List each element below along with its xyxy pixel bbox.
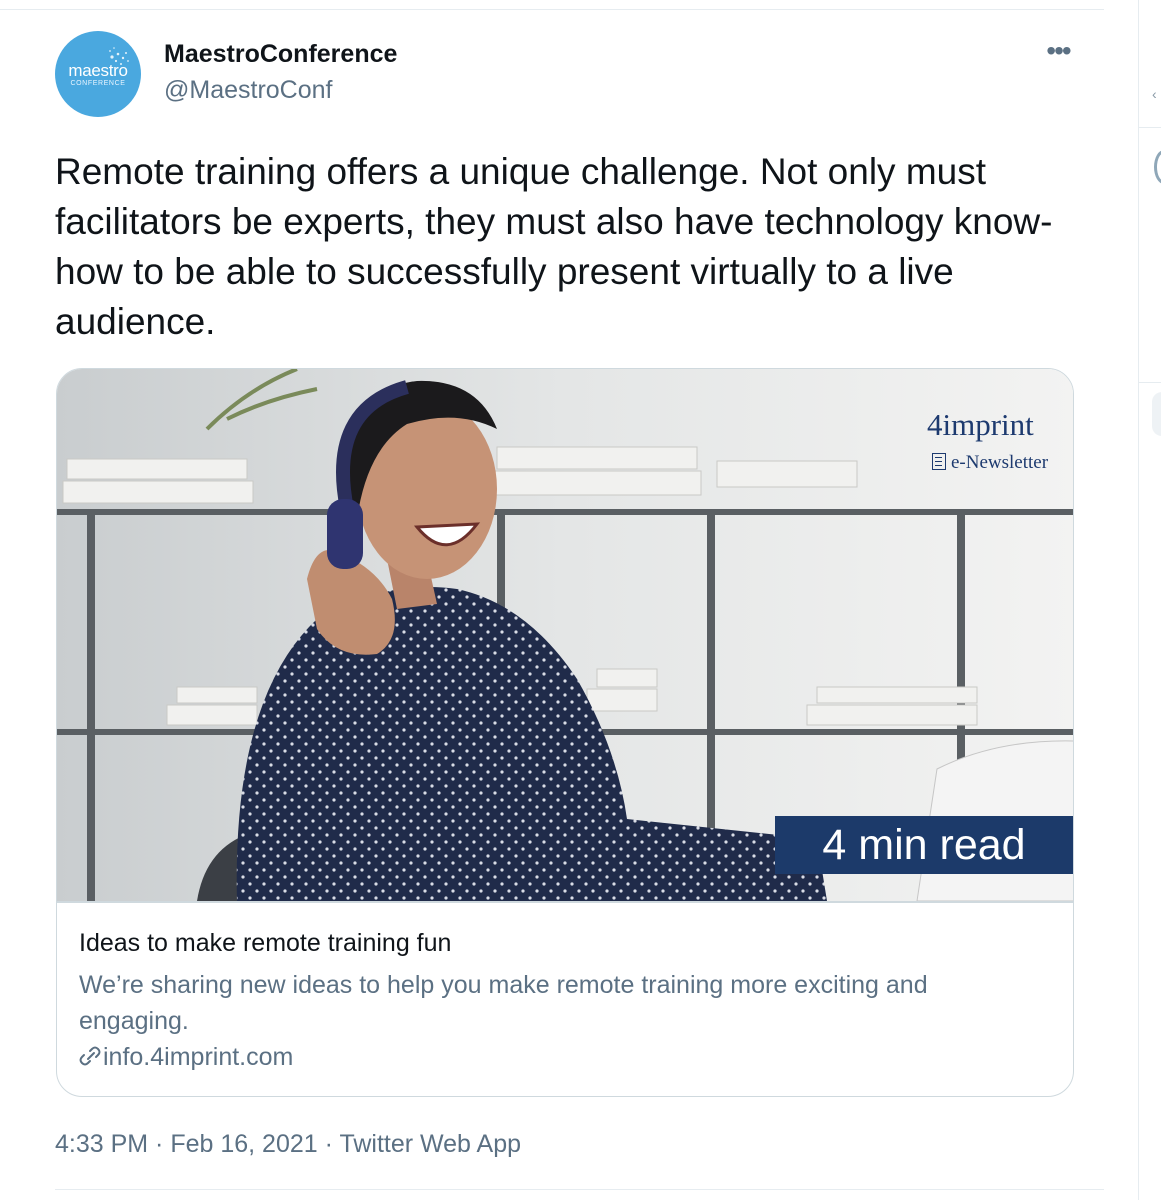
brand-subtitle-text: e-Newsletter [951, 452, 1049, 473]
tweet-source[interactable]: Twitter Web App [339, 1130, 521, 1158]
meta-separator: · [317, 1130, 340, 1158]
card-divider [57, 901, 1073, 903]
bottom-divider [55, 1189, 1104, 1190]
link-icon [79, 1046, 101, 1066]
tweet-detail-page: ‹ maestro CONFERENCE MaestroConference @… [0, 0, 1161, 1200]
brand-subtitle: e-Newsletter [932, 452, 1048, 474]
card-image[interactable]: 4imprint e-Newsletter 4 min read [57, 369, 1073, 901]
tweet-meta: 4:33 PM · Feb 16, 2021 · Twitter Web App [55, 1130, 521, 1159]
top-divider [0, 9, 1104, 10]
author-display-name[interactable]: MaestroConference [164, 40, 397, 69]
avatar[interactable]: maestro CONFERENCE [55, 31, 141, 117]
tweet-date[interactable]: Feb 16, 2021 [170, 1130, 317, 1158]
newsletter-icon [932, 453, 946, 470]
right-column-avatar[interactable] [1154, 150, 1161, 184]
meta-separator: · [148, 1130, 171, 1158]
right-column-divider [1139, 382, 1161, 383]
more-icon[interactable]: ••• [1036, 36, 1080, 72]
avatar-submark: CONFERENCE [70, 80, 126, 87]
avatar-wordmark: maestro [68, 61, 128, 80]
right-column-border [1138, 0, 1139, 1200]
author-handle[interactable]: @MaestroConf [164, 76, 333, 105]
read-time-badge: 4 min read [775, 816, 1073, 874]
tweet-text: Remote training offers a unique challeng… [55, 151, 1053, 342]
card-domain-text[interactable]: info.4imprint.com [103, 1043, 293, 1071]
card-title[interactable]: Ideas to make remote training fun [79, 929, 451, 958]
link-preview-card[interactable]: 4imprint e-Newsletter 4 min read Ideas t… [56, 368, 1074, 1097]
right-column-fragment: ‹ [1152, 86, 1157, 102]
right-column-divider [1139, 127, 1161, 128]
right-column-card[interactable] [1152, 392, 1161, 436]
card-description: We’re sharing new ideas to help you make… [79, 971, 928, 1035]
card-domain[interactable]: info.4imprint.com [79, 1043, 293, 1072]
brand-logo: 4imprint [927, 407, 1034, 442]
tweet-time[interactable]: 4:33 PM [55, 1130, 148, 1158]
